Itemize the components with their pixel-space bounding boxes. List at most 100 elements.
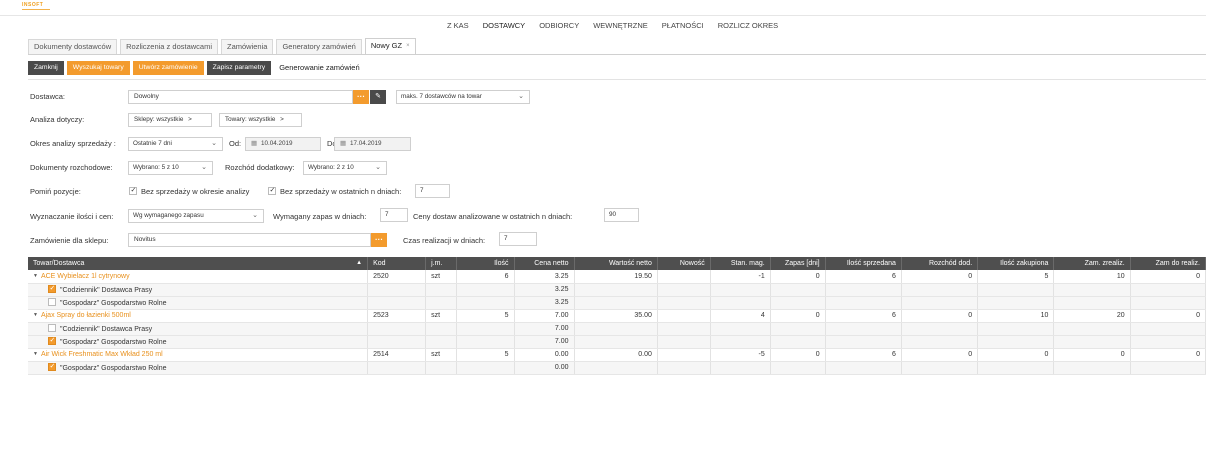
nav-dostawcy[interactable]: DOSTAWCY xyxy=(476,21,533,31)
shop-order-more-button[interactable]: ··· xyxy=(371,233,387,247)
app-logo[interactable]: INSOFT xyxy=(22,2,43,8)
extra-select[interactable]: Wybrano: 2 z 10 ⌄ xyxy=(303,161,387,175)
empty-cell xyxy=(770,322,826,336)
empty-cell xyxy=(574,322,658,336)
sort-asc-icon[interactable]: ▲ xyxy=(356,260,362,266)
supplier-input[interactable]: Dowolny xyxy=(128,90,353,104)
supplier-checkbox[interactable] xyxy=(48,284,56,293)
nav-odbiorcy[interactable]: ODBIORCY xyxy=(532,21,586,31)
col-kod[interactable]: Kod xyxy=(367,257,427,270)
col-zapas[interactable]: Zapas [dni] xyxy=(770,257,826,270)
qty-cell[interactable]: 5 xyxy=(456,348,515,362)
tab-dokumenty-dostawcow[interactable]: Dokumenty dostawców xyxy=(28,39,118,54)
supplier-cell[interactable]: "Codziennik" Dostawca Prasy xyxy=(28,283,369,297)
order-table: Towar/Dostawca ▲ Kod j.m. Ilość Cena nett… xyxy=(28,257,1206,375)
supplier-row[interactable]: "Gospodarz" Gospodarstwo Rolne 3.25 xyxy=(28,296,1206,310)
shops-filter[interactable]: Sklepy: wszystkie > xyxy=(128,113,212,127)
empty-cell xyxy=(657,322,711,336)
empty-cell xyxy=(1053,322,1131,336)
nav-wewnetrzne[interactable]: WEWNĘTRZNE xyxy=(586,21,655,31)
lead-input[interactable]: 7 xyxy=(499,232,537,246)
period-label: Okres analizy sprzedaży : xyxy=(30,139,116,148)
supplier-more-button[interactable]: ··· xyxy=(353,90,369,104)
price-cell: 0.00 xyxy=(514,348,575,362)
table-row[interactable]: ▼ ACE Wybielacz 1l cytrynowy 2520 szt 6 3… xyxy=(28,270,1206,284)
skip-days-checkbox[interactable] xyxy=(268,186,276,195)
skip-period-checkbox[interactable] xyxy=(129,186,137,195)
table-row[interactable]: ▼ Air Wick Freshmatic Max Wkład 250 ml 25… xyxy=(28,348,1206,362)
docs-select[interactable]: Wybrano: 5 z 10 ⌄ xyxy=(128,161,213,175)
supplier-cell[interactable]: "Gospodarz" Gospodarstwo Rolne xyxy=(28,335,369,349)
save-params-button[interactable]: Zapisz parametry xyxy=(206,60,272,75)
skip-days-input[interactable]: 7 xyxy=(415,184,450,198)
supplier-checkbox[interactable] xyxy=(48,324,56,332)
tab-generatory[interactable]: Generatory zamówień xyxy=(276,39,362,54)
supplier-row[interactable]: "Gospodarz" Gospodarstwo Rolne 0.00 xyxy=(28,361,1206,375)
empty-cell xyxy=(1053,283,1131,297)
expand-caret-icon[interactable]: ▼ xyxy=(33,273,38,279)
supplier-checkbox[interactable] xyxy=(48,362,56,371)
product-name-cell[interactable]: ▼ ACE Wybielacz 1l cytrynowy xyxy=(28,270,369,284)
stock-cell: -1 xyxy=(710,270,771,284)
stock-input[interactable]: 7 xyxy=(380,208,408,222)
product-name-cell[interactable]: ▼ Ajax Spray do łazienki 500ml xyxy=(28,309,369,323)
empty-cell xyxy=(1130,361,1206,375)
empty-cell xyxy=(977,361,1055,375)
empty-cell xyxy=(770,283,826,297)
col-ilosc[interactable]: Ilość xyxy=(456,257,515,270)
tab-nowy-gz[interactable]: Nowy GZ × xyxy=(364,38,416,54)
nav-z-kas[interactable]: Z KAS xyxy=(440,21,476,31)
skip-period-option[interactable]: Bez sprzedaży w okresie analizy xyxy=(129,186,249,196)
product-name-cell[interactable]: ▼ Air Wick Freshmatic Max Wkład 250 ml xyxy=(28,348,369,362)
supplier-row[interactable]: "Codziennik" Dostawca Prasy 7.00 xyxy=(28,322,1206,336)
toolbar: Zamknij Wyszukaj towary Utwórz zamówieni… xyxy=(28,60,360,75)
expand-caret-icon[interactable]: ▼ xyxy=(33,312,38,318)
expand-caret-icon[interactable]: ▼ xyxy=(33,351,38,357)
qty-cell[interactable]: 6 xyxy=(456,270,515,284)
supplier-cell[interactable]: "Gospodarz" Gospodarstwo Rolne xyxy=(28,361,369,375)
nav-rozlicz-okres[interactable]: ROZLICZ OKRES xyxy=(711,21,785,31)
table-row[interactable]: ▼ Ajax Spray do łazienki 500ml 2523 szt 5… xyxy=(28,309,1206,323)
to-date-input[interactable]: ▦ 17.04.2019 xyxy=(334,137,411,151)
prices-input[interactable]: 90 xyxy=(604,208,639,222)
create-order-button[interactable]: Utwórz zamówienie xyxy=(132,60,204,75)
col-stan[interactable]: Stan. mag. xyxy=(710,257,771,270)
supplier-checkbox[interactable] xyxy=(48,336,56,345)
col-nowosc[interactable]: Nowość xyxy=(657,257,711,270)
qty-select[interactable]: Wg wymaganego zapasu ⌄ xyxy=(128,209,264,223)
supplier-cell[interactable]: "Gospodarz" Gospodarstwo Rolne xyxy=(28,296,369,310)
skip-days-option[interactable]: Bez sprzedaży w ostatnich n dniach: xyxy=(268,186,402,196)
top-bar: INSOFT xyxy=(0,0,1206,16)
skip-days-label: Bez sprzedaży w ostatnich n dniach: xyxy=(280,187,402,196)
nav-platnosci[interactable]: PŁATNOŚCI xyxy=(655,21,711,31)
qty-cell[interactable]: 5 xyxy=(456,309,515,323)
supplier-cell[interactable]: "Codziennik" Dostawca Prasy xyxy=(28,322,369,336)
col-cena[interactable]: Cena netto xyxy=(514,257,575,270)
close-tab-icon[interactable]: × xyxy=(406,43,410,49)
tab-rozliczenia[interactable]: Rozliczenia z dostawcami xyxy=(120,39,218,54)
supplier-max-select[interactable]: maks. 7 dostawców na towar ⌄ xyxy=(396,90,530,104)
col-rozchod[interactable]: Rozchód dod. xyxy=(901,257,979,270)
tab-zamowienia[interactable]: Zamówienia xyxy=(221,39,274,54)
col-jm[interactable]: j.m. xyxy=(425,257,457,270)
from-date-input[interactable]: ▦ 10.04.2019 xyxy=(245,137,321,151)
col-towar[interactable]: Towar/Dostawca ▲ xyxy=(28,257,369,270)
search-goods-button[interactable]: Wyszukaj towary xyxy=(66,60,130,75)
supplier-row[interactable]: "Codziennik" Dostawca Prasy 3.25 xyxy=(28,283,1206,297)
empty-cell xyxy=(770,335,826,349)
close-button[interactable]: Zamknij xyxy=(28,60,64,75)
col-zrealiz[interactable]: Zam. zrealiz. xyxy=(1053,257,1131,270)
col-zakupiona[interactable]: Ilość zakupiona xyxy=(977,257,1055,270)
goods-filter[interactable]: Towary: wszystkie > xyxy=(219,113,302,127)
supplier-checkbox[interactable] xyxy=(48,298,56,306)
eraser-icon[interactable]: ✎ xyxy=(370,90,386,104)
period-select[interactable]: Ostatnie 7 dni ⌄ xyxy=(128,137,223,151)
empty-cell xyxy=(1053,296,1131,310)
empty-cell xyxy=(456,361,515,375)
supplier-row[interactable]: "Gospodarz" Gospodarstwo Rolne 7.00 xyxy=(28,335,1206,349)
col-sprzedana[interactable]: Ilość sprzedana xyxy=(825,257,902,270)
col-do-realiz[interactable]: Zam do realiz. xyxy=(1130,257,1206,270)
supplier-name: "Gospodarz" Gospodarstwo Rolne xyxy=(60,300,167,307)
col-wartosc[interactable]: Wartość netto xyxy=(574,257,658,270)
shop-order-input[interactable]: Novitus xyxy=(128,233,371,247)
